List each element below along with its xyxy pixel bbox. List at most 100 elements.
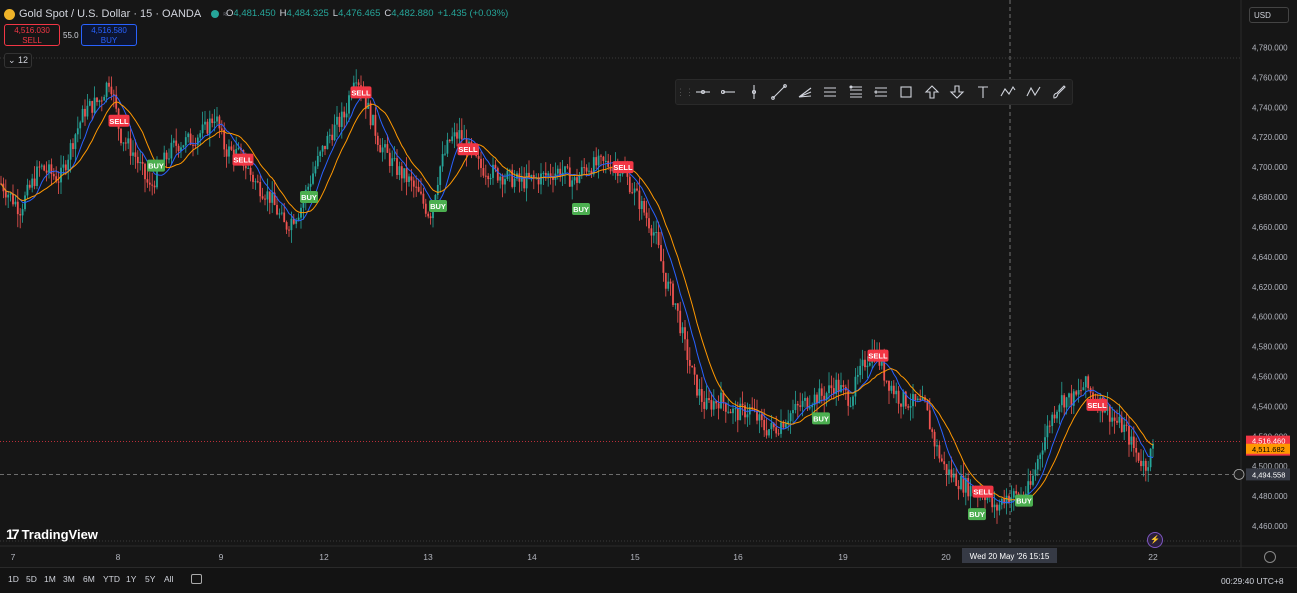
arrow-up-icon[interactable] [919,80,944,104]
candle-body [1051,414,1054,427]
candle-body [43,165,46,171]
candle-body [1104,410,1106,413]
candle-body [660,245,662,262]
gear-icon[interactable] [1264,551,1276,563]
candle-body [74,134,77,150]
candle-body [309,183,312,187]
candle-body [146,179,149,183]
drag-handle-icon[interactable]: ⋮⋮ [676,87,694,98]
candle-body [336,116,338,125]
candle-body [1048,425,1051,427]
candle-body [717,403,720,409]
abcd-pattern-icon[interactable] [1021,80,1046,104]
arrow-down-icon[interactable] [945,80,970,104]
candle-body [216,116,218,122]
fib-extension-icon[interactable] [868,80,893,104]
candle-body [1137,452,1140,461]
parallel-channel-icon[interactable] [817,80,842,104]
time-tick-label: 19 [838,552,848,562]
sell-button[interactable]: 4,516.030 SELL [4,24,60,46]
candle-body [657,232,660,246]
candle-body [439,166,442,185]
candle-body [1113,417,1116,421]
time-tick-label: 15 [630,552,640,562]
candle-body [33,178,36,186]
range-button-1d[interactable]: 1D [8,574,19,584]
pattern-icon[interactable] [996,80,1021,104]
range-button-5y[interactable]: 5Y [145,574,155,584]
add-alert-icon[interactable] [1233,468,1245,480]
price-tick-label: 4,700.000 [1252,163,1288,172]
rectangle-icon[interactable] [894,80,919,104]
candle-body [316,155,319,167]
horizontal-line-icon[interactable] [690,80,715,104]
candle-body [996,504,998,511]
gold-coin-icon [4,8,15,20]
currency-select[interactable]: USD [1249,7,1289,23]
candle-body [525,172,528,189]
pitchfork-icon[interactable] [792,80,817,104]
candle-body [26,184,29,196]
signal-label: BUY [813,414,829,423]
lightning-icon[interactable]: ⚡ [1147,532,1163,548]
candle-body [801,400,804,407]
candle-body [820,388,823,396]
buy-button[interactable]: 4,516.580 BUY [81,24,137,46]
candle-body [297,217,300,220]
candle-body [213,121,216,124]
candle-body [727,411,730,413]
price-chart[interactable]: 4,460.0004,480.0004,500.0004,520.0004,54… [0,0,1297,567]
candle-body [38,166,41,168]
candle-body [643,200,646,213]
indicators-toggle[interactable]: ⌄ 12 [4,53,32,68]
candle-body [396,158,398,175]
candle-body [854,376,857,397]
brush-icon[interactable] [1047,80,1072,104]
signal-label: SELL [458,145,478,154]
candle-body [693,367,696,375]
utc-clock[interactable]: 00:29:40 UTC+8 [1221,576,1284,586]
candle-body [564,166,566,173]
candle-body [204,121,206,125]
candle-body [343,111,346,118]
candle-body [938,445,941,459]
range-button-3m[interactable]: 3M [63,574,75,584]
candle-body [640,200,643,210]
candle-body [664,272,667,289]
candle-body [319,151,322,156]
candle-body [602,156,605,162]
range-button-1m[interactable]: 1M [44,574,56,584]
candle-body [496,168,499,181]
candle-body [595,157,598,166]
trend-line-icon[interactable] [766,80,791,104]
candle-body [408,176,410,183]
candle-body [648,218,650,229]
candle-body [722,392,725,403]
range-button-ytd[interactable]: YTD [103,574,120,584]
candle-body [1144,460,1147,471]
candle-body [386,144,389,153]
ohlc-value: 4,482.880 [391,8,434,19]
candle-body [4,191,7,198]
candle-body [376,135,379,145]
candle-body [777,433,780,435]
calendar-goto-icon[interactable] [191,574,202,584]
candle-body [307,186,310,190]
candle-body [218,116,221,129]
candle-body [501,176,504,185]
horizontal-ray-icon[interactable] [715,80,740,104]
text-icon[interactable] [970,80,995,104]
vertical-line-icon[interactable] [741,80,766,104]
range-button-5d[interactable]: 5D [26,574,37,584]
range-button-1y[interactable]: 1Y [126,574,136,584]
range-button-6m[interactable]: 6M [83,574,95,584]
symbol-title[interactable]: Gold Spot / U.S. Dollar · 15 · OANDA [19,8,201,20]
range-button-all[interactable]: All [164,574,173,584]
candle-body [636,188,638,191]
candle-body [1132,436,1135,449]
candle-body [12,193,14,205]
signal-label: BUY [148,162,164,171]
candle-body [1075,391,1078,395]
candle-body [110,86,113,95]
fib-retracement-icon[interactable] [843,80,868,104]
